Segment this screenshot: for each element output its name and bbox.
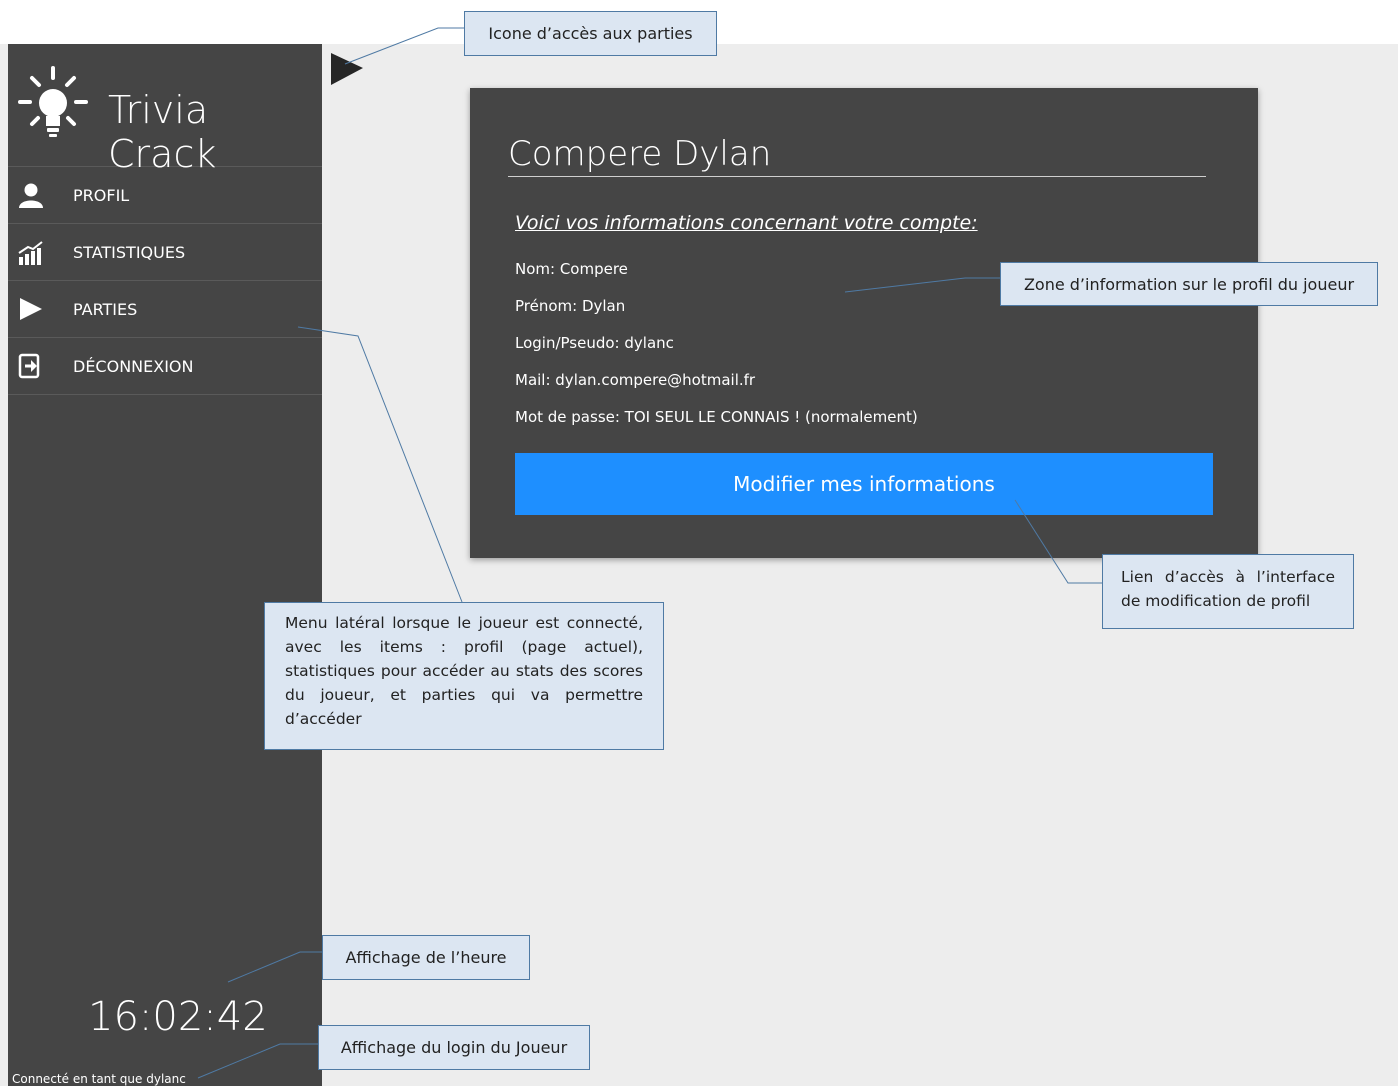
app-logo: Trivia Crack [8, 44, 322, 176]
callout-login: Affichage du login du Joueur [318, 1025, 590, 1070]
sidebar-item-label: DÉCONNEXION [73, 356, 194, 376]
profile-subtitle: Voici vos informations concernant votre … [515, 212, 978, 234]
edit-profile-button[interactable]: Modifier mes informations [515, 453, 1213, 515]
sidebar-item-deconnexion[interactable]: DÉCONNEXION [8, 338, 322, 395]
sidebar-item-parties[interactable]: PARTIES [8, 281, 322, 338]
sidebar-item-label: PROFIL [73, 185, 130, 205]
info-password: Mot de passe: TOI SEUL LE CONNAIS ! (nor… [515, 408, 918, 426]
info-prenom: Prénom: Dylan [515, 297, 626, 315]
callout-edit-link: Lien d’accès à l’interface de modificati… [1102, 554, 1354, 629]
bar-chart-icon [16, 237, 46, 267]
logout-icon [16, 351, 46, 381]
app-title: Trivia Crack [108, 88, 217, 176]
info-mail: Mail: dylan.compere@hotmail.fr [515, 371, 756, 389]
sidebar: Trivia Crack PROFIL STATISTIQUES PARTIES… [8, 44, 322, 1086]
profile-card: Compere Dylan Voici vos informations con… [470, 88, 1258, 558]
sidebar-item-label: PARTIES [73, 299, 138, 319]
info-login: Login/Pseudo: dylanc [515, 334, 674, 352]
sidebar-item-profil[interactable]: PROFIL [8, 167, 322, 224]
login-status: Connecté en tant que dylanc [12, 1072, 186, 1086]
callout-games-icon: Icone d’accès aux parties [464, 11, 717, 56]
info-nom: Nom: Compere [515, 260, 628, 278]
user-icon [16, 180, 46, 210]
callout-clock: Affichage de l’heure [322, 935, 530, 980]
sidebar-item-label: STATISTIQUES [73, 242, 186, 262]
profile-name: Compere Dylan [508, 134, 1206, 177]
clock-display: 16:02:42 [88, 994, 268, 1040]
callout-profile-zone: Zone d’information sur le profil du joue… [1000, 262, 1378, 306]
lightbulb-icon [18, 66, 88, 137]
sidebar-item-statistiques[interactable]: STATISTIQUES [8, 224, 322, 281]
games-access-arrow-icon[interactable] [330, 52, 364, 86]
play-icon [16, 294, 46, 324]
callout-side-menu: Menu latéral lorsque le joueur est conne… [264, 602, 664, 750]
sidebar-menu: PROFIL STATISTIQUES PARTIES DÉCONNEXION [8, 167, 322, 395]
